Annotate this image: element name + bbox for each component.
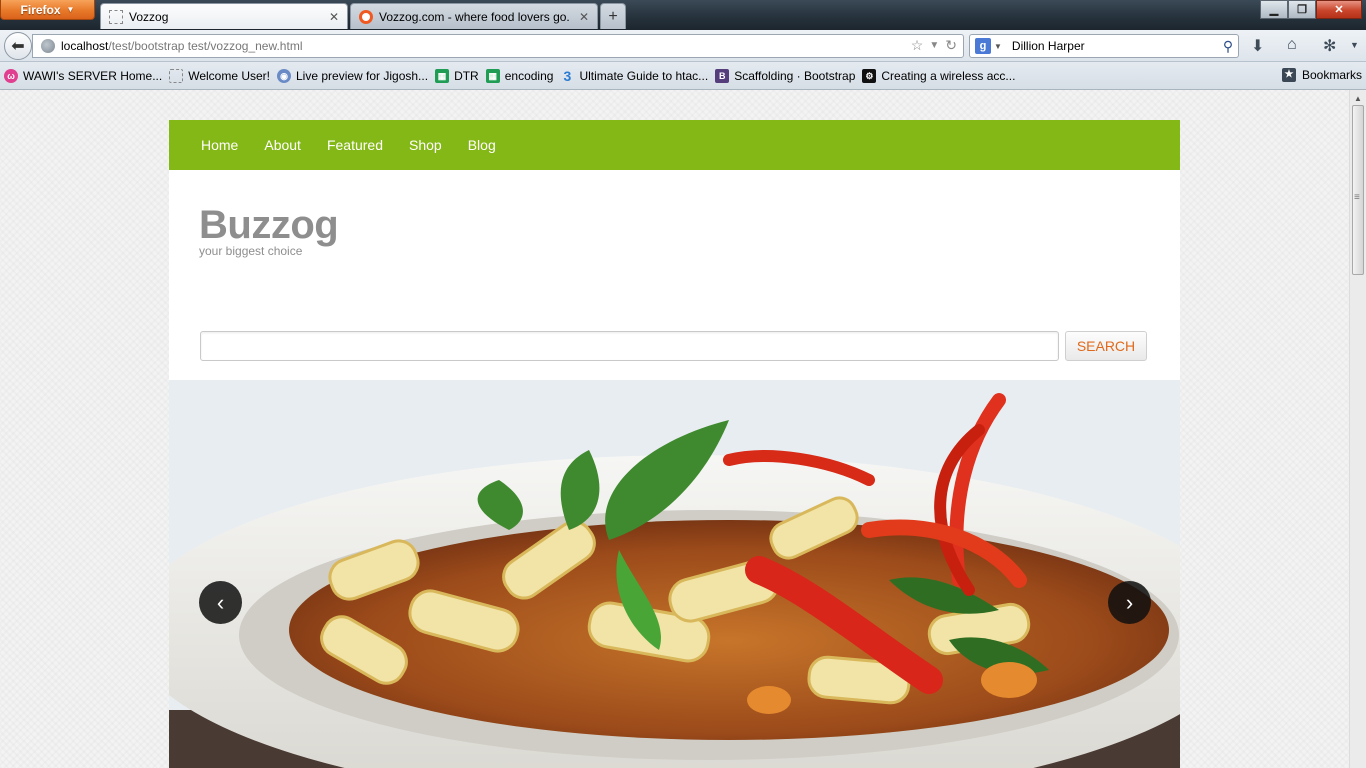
close-tab-icon[interactable]: ✕ bbox=[579, 10, 589, 24]
bookmarks-menu-button[interactable]: ★ Bookmarks bbox=[1281, 68, 1362, 82]
plus-icon: + bbox=[608, 7, 618, 25]
css3-icon: 3 bbox=[563, 67, 572, 84]
tab-vozzog-com[interactable]: Vozzog.com - where food lovers go. ✕ bbox=[350, 3, 598, 29]
download-icon[interactable]: ⬇ bbox=[1251, 36, 1264, 56]
scroll-thumb[interactable] bbox=[1352, 105, 1364, 275]
globe-icon bbox=[41, 39, 55, 53]
minimize-icon: ▁ bbox=[1269, 4, 1279, 16]
bw-icon: ⚙ bbox=[862, 68, 877, 83]
chevron-down-icon: ▼ bbox=[66, 5, 75, 14]
restore-button[interactable]: ❐ bbox=[1288, 0, 1316, 19]
vozzog-favicon-icon bbox=[359, 9, 373, 24]
bookmark-item[interactable]: ⚙ Creating a wireless acc... bbox=[862, 68, 1016, 83]
server-icon: ω bbox=[4, 68, 18, 83]
page-container: Home About Featured Shop Blog Buzzog you… bbox=[169, 120, 1180, 768]
page-viewport: Home About Featured Shop Blog Buzzog you… bbox=[0, 90, 1349, 768]
site-search-button[interactable]: SEARCH bbox=[1065, 331, 1147, 361]
cat-icon: ◉ bbox=[277, 68, 291, 83]
bookmarks-menu-label: Bookmarks bbox=[1301, 68, 1362, 82]
carousel-prev-button[interactable]: ‹ bbox=[199, 581, 242, 624]
bookmark-label: Scaffolding · Bootstrap bbox=[734, 68, 856, 83]
firefox-menu-button[interactable]: Firefox ▼ bbox=[0, 0, 95, 20]
bookmark-item[interactable]: ▦ encoding bbox=[485, 68, 554, 83]
hero-carousel: ‹ › bbox=[169, 380, 1180, 768]
site-search-input[interactable] bbox=[200, 331, 1059, 361]
search-input[interactable]: Dillion Harper bbox=[1012, 39, 1218, 53]
site-navbar: Home About Featured Shop Blog bbox=[169, 120, 1180, 170]
bookmark-label: encoding bbox=[504, 68, 554, 83]
blank-page-icon bbox=[109, 9, 123, 24]
url-host: localhost bbox=[61, 39, 109, 53]
addon-icon[interactable]: ✻ bbox=[1323, 36, 1336, 56]
bookmark-label: Welcome User! bbox=[188, 68, 270, 83]
back-arrow-icon: ⬅ bbox=[11, 38, 25, 55]
site-brand: Buzzog your biggest choice bbox=[199, 202, 339, 258]
chevron-down-icon[interactable]: ▼ bbox=[994, 42, 1002, 51]
history-dropdown-icon[interactable]: ▼ bbox=[929, 37, 939, 55]
minimize-button[interactable]: ▁ bbox=[1260, 0, 1288, 19]
bookmark-label: Creating a wireless acc... bbox=[881, 68, 1016, 83]
close-icon: ✕ bbox=[1334, 4, 1344, 16]
nav-shop[interactable]: Shop bbox=[409, 137, 442, 153]
url-bar[interactable]: localhost/test/bootstrap test/vozzog_new… bbox=[32, 34, 964, 58]
google-icon[interactable]: g bbox=[975, 38, 991, 54]
reload-icon[interactable]: ↻ bbox=[945, 37, 957, 55]
chevron-left-icon: ‹ bbox=[216, 589, 225, 615]
nav-featured[interactable]: Featured bbox=[327, 137, 383, 153]
bookmark-label: DTR bbox=[454, 68, 479, 83]
nav-about[interactable]: About bbox=[264, 137, 301, 153]
food-plate-image bbox=[169, 380, 1180, 768]
bookmark-item[interactable]: Welcome User! bbox=[169, 68, 270, 83]
nav-blog[interactable]: Blog bbox=[468, 137, 496, 153]
back-button[interactable]: ⬅ bbox=[4, 32, 32, 60]
blank-page-icon bbox=[169, 68, 184, 83]
nav-home[interactable]: Home bbox=[201, 137, 238, 153]
bookmark-star-icon[interactable]: ☆ bbox=[911, 37, 924, 55]
bookmark-item[interactable]: ◉ Live preview for Jigosh... bbox=[277, 68, 429, 83]
star-icon: ★ bbox=[1281, 68, 1296, 82]
carousel-next-button[interactable]: › bbox=[1108, 581, 1151, 624]
chevron-down-icon[interactable]: ▼ bbox=[1350, 40, 1359, 50]
page-scrollbar[interactable]: ▲ bbox=[1349, 90, 1366, 768]
bookmark-item[interactable]: ω WAWI's SERVER Home... bbox=[4, 68, 163, 83]
bookmark-label: Ultimate Guide to htac... bbox=[579, 68, 709, 83]
bootstrap-icon: B bbox=[715, 68, 730, 83]
home-icon[interactable]: ⌂ bbox=[1287, 36, 1297, 54]
restore-icon: ❐ bbox=[1297, 4, 1307, 16]
bookmark-item[interactable]: B Scaffolding · Bootstrap bbox=[715, 68, 856, 83]
tab-title: Vozzog.com - where food lovers go. bbox=[379, 9, 570, 24]
spreadsheet-icon: ▦ bbox=[435, 68, 450, 83]
bookmarks-toolbar: ω WAWI's SERVER Home... Welcome User! ◉ … bbox=[0, 62, 1366, 90]
tab-active[interactable]: Vozzog ✕ bbox=[100, 3, 348, 29]
bookmark-label: Live preview for Jigosh... bbox=[296, 68, 429, 83]
site-logo-text[interactable]: Buzzog bbox=[199, 202, 339, 248]
close-window-button[interactable]: ✕ bbox=[1316, 0, 1362, 19]
search-icon[interactable]: ⚲ bbox=[1218, 38, 1238, 55]
search-bar[interactable]: g ▼ Dillion Harper ⚲ bbox=[969, 34, 1239, 58]
url-path: /test/bootstrap test/vozzog_new.html bbox=[108, 39, 303, 53]
title-bar: Firefox ▼ Vozzog ✕ Vozzog.com - where fo… bbox=[0, 0, 1366, 30]
bookmark-item[interactable]: 3 Ultimate Guide to htac... bbox=[560, 67, 709, 84]
window-controls: ▁ ❐ ✕ bbox=[1260, 0, 1362, 20]
scroll-up-icon[interactable]: ▲ bbox=[1353, 94, 1363, 103]
tab-title: Vozzog bbox=[129, 9, 169, 24]
bookmark-label: WAWI's SERVER Home... bbox=[23, 68, 163, 83]
firefox-menu-label: Firefox bbox=[20, 2, 61, 17]
new-tab-button[interactable]: + bbox=[600, 3, 626, 29]
navigation-toolbar: ⬅ localhost/test/bootstrap test/vozzog_n… bbox=[0, 30, 1366, 62]
close-tab-icon[interactable]: ✕ bbox=[329, 10, 339, 24]
bookmark-item[interactable]: ▦ DTR bbox=[435, 68, 479, 83]
spreadsheet-icon: ▦ bbox=[485, 68, 500, 83]
chevron-right-icon: › bbox=[1125, 589, 1134, 615]
